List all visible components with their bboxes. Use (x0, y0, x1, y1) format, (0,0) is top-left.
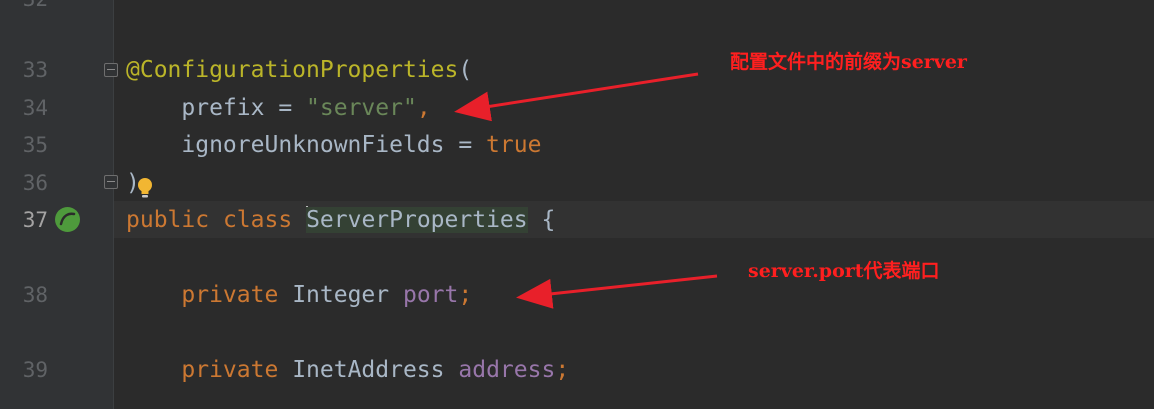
port-arrow (516, 274, 718, 309)
prefix-arrow (454, 72, 699, 122)
prefix-annotation-note: 配置文件中的前缀为server (730, 51, 967, 73)
port-annotation-note: server.port代表端口 (748, 260, 940, 282)
annotation-arrows (454, 72, 718, 309)
